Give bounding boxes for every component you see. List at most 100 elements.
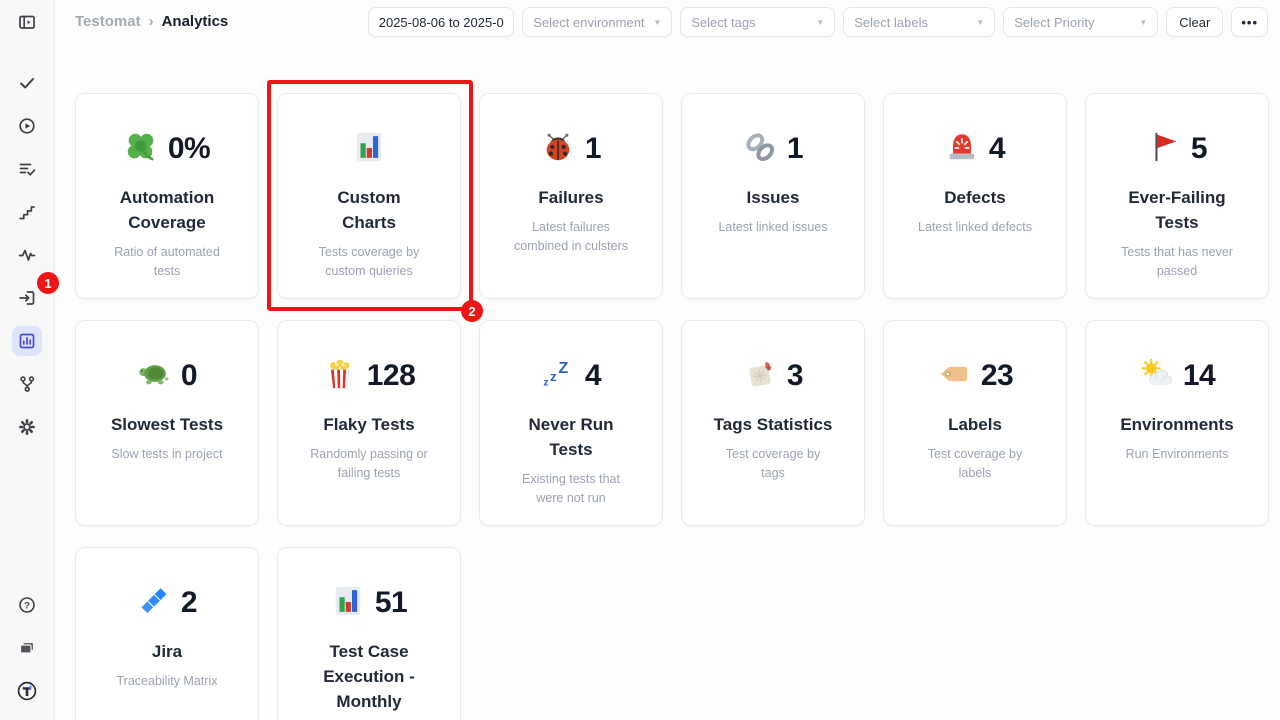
sidebar-item-branch[interactable] bbox=[12, 369, 42, 399]
sidebar-item-docs[interactable] bbox=[12, 633, 42, 663]
card-ever-failing-tests[interactable]: 5 Ever-FailingTests Tests that has neverpa… bbox=[1085, 93, 1269, 299]
zzz-icon: zzZ bbox=[541, 357, 575, 396]
card-tags-statistics[interactable]: 3Tags StatisticsTest coverage bytags bbox=[681, 320, 865, 526]
card-stat: 0 bbox=[137, 358, 197, 394]
svg-text:z: z bbox=[543, 377, 548, 388]
card-slowest-tests[interactable]: 0Slowest TestsSlow tests in project bbox=[75, 320, 259, 526]
sidebar-item-help[interactable]: ? bbox=[12, 590, 42, 620]
sidebar-item-sign-in[interactable] bbox=[12, 283, 42, 313]
sidebar-item-testomat-logo[interactable] bbox=[12, 676, 42, 706]
branch-icon bbox=[17, 374, 37, 394]
siren-icon bbox=[945, 130, 979, 169]
card-title: Ever-FailingTests bbox=[1128, 186, 1225, 236]
svg-text:Z: Z bbox=[558, 359, 568, 377]
card-title: AutomationCoverage bbox=[120, 186, 214, 236]
card-test-case-execution-monthly[interactable]: 51 Test CaseExecution -Monthly bbox=[277, 547, 461, 720]
sidebar-item-panel-toggle[interactable] bbox=[12, 7, 42, 37]
chevron-down-icon: ▼ bbox=[816, 18, 824, 27]
card-subtitle: Existing tests thatwere not run bbox=[522, 470, 620, 509]
card-value: 2 bbox=[181, 586, 197, 620]
chevron-down-icon: ▼ bbox=[976, 18, 984, 27]
card-stat: 1 bbox=[541, 131, 601, 167]
card-subtitle: Run Environments bbox=[1126, 445, 1229, 464]
card-stat: zzZ4 bbox=[541, 358, 601, 394]
clear-button[interactable]: Clear bbox=[1166, 7, 1223, 37]
svg-text:z: z bbox=[550, 369, 557, 384]
card-subtitle: Test coverage bytags bbox=[726, 445, 821, 484]
card-subtitle: Ratio of automatedtests bbox=[114, 243, 220, 282]
sidebar-item-list-check[interactable] bbox=[12, 154, 42, 184]
sign-in-icon bbox=[17, 288, 37, 308]
card-stat: 14 bbox=[1139, 358, 1215, 394]
card-subtitle: Randomly passing orfailing tests bbox=[310, 445, 427, 484]
flag-icon bbox=[1147, 130, 1181, 169]
card-flaky-tests[interactable]: 128 Flaky Tests Randomly passing orfailing… bbox=[277, 320, 461, 526]
clover-icon bbox=[124, 130, 158, 169]
testomat-logo-icon bbox=[16, 680, 38, 702]
sidebar-item-pulse[interactable] bbox=[12, 240, 42, 270]
card-value: 0% bbox=[168, 132, 210, 166]
card-subtitle: Latest linked defects bbox=[918, 218, 1032, 237]
date-range-input[interactable]: 2025-08-06 to 2025-0 bbox=[368, 7, 514, 37]
card-title: Failures bbox=[538, 186, 603, 211]
sidebar-item-gear[interactable] bbox=[12, 412, 42, 442]
card-stat: 0% bbox=[124, 131, 210, 167]
tags-select[interactable]: Select tags ▼ bbox=[680, 7, 835, 37]
card-subtitle: Tests that has neverpassed bbox=[1121, 243, 1233, 282]
card-defects[interactable]: 4 Defects Latest linked defects bbox=[883, 93, 1067, 299]
card-stat: 5 bbox=[1147, 131, 1207, 167]
environment-select-placeholder: Select environment bbox=[533, 15, 644, 30]
sidebar: ? bbox=[0, 0, 55, 720]
chevron-down-icon: ▼ bbox=[1139, 18, 1147, 27]
card-title: CustomCharts bbox=[337, 186, 400, 236]
jira-icon bbox=[137, 584, 171, 623]
card-title: Issues bbox=[747, 186, 800, 211]
card-title: Labels bbox=[948, 413, 1002, 438]
list-check-icon bbox=[17, 159, 37, 179]
card-labels[interactable]: 23 Labels Test coverage bylabels bbox=[883, 320, 1067, 526]
bar-chart-emoji-icon bbox=[331, 584, 365, 623]
priority-select[interactable]: Select Priority ▼ bbox=[1003, 7, 1158, 37]
filter-toolbar: 2025-08-06 to 2025-0 Select environment … bbox=[368, 7, 1268, 37]
sidebar-item-steps[interactable] bbox=[12, 197, 42, 227]
card-value: 4 bbox=[989, 132, 1005, 166]
card-stat: 23 bbox=[937, 358, 1013, 394]
breadcrumb-separator: › bbox=[149, 13, 154, 30]
card-stat: 2 bbox=[137, 585, 197, 621]
breadcrumb-project-link[interactable]: Testomat bbox=[75, 13, 141, 30]
card-custom-charts[interactable]: CustomChartsTests coverage bycustom quie… bbox=[277, 93, 461, 299]
breadcrumb: Testomat › Analytics bbox=[75, 13, 228, 30]
environment-select[interactable]: Select environment ▼ bbox=[522, 7, 672, 37]
check-icon bbox=[17, 73, 37, 93]
sidebar-item-analytics-bar-chart[interactable] bbox=[12, 326, 42, 356]
card-value: 3 bbox=[787, 359, 803, 393]
sidebar-item-play-circle[interactable] bbox=[12, 111, 42, 141]
card-never-run-tests[interactable]: zzZ4 Never RunTests Existing tests thatwer… bbox=[479, 320, 663, 526]
card-title: Test CaseExecution -Monthly bbox=[323, 640, 415, 715]
labels-select[interactable]: Select labels ▼ bbox=[843, 7, 995, 37]
card-value: 51 bbox=[375, 586, 407, 620]
card-environments[interactable]: 14EnvironmentsRun Environments bbox=[1085, 320, 1269, 526]
card-title: Flaky Tests bbox=[323, 413, 414, 438]
card-value: 23 bbox=[981, 359, 1013, 393]
card-value: 128 bbox=[367, 359, 416, 393]
card-issues[interactable]: 1IssuesLatest linked issues bbox=[681, 93, 865, 299]
card-value: 1 bbox=[787, 132, 803, 166]
card-failures[interactable]: 1FailuresLatest failurescombined in culs… bbox=[479, 93, 663, 299]
popcorn-icon bbox=[323, 357, 357, 396]
ladybug-icon bbox=[541, 130, 575, 169]
labels-select-placeholder: Select labels bbox=[854, 15, 928, 30]
card-stat: 4 bbox=[945, 131, 1005, 167]
card-automation-coverage[interactable]: 0% AutomationCoverage Ratio of automatedte… bbox=[75, 93, 259, 299]
sidebar-item-check[interactable] bbox=[12, 68, 42, 98]
chevron-down-icon: ▼ bbox=[653, 18, 661, 27]
card-title: Never RunTests bbox=[528, 413, 613, 463]
card-stat: 128 bbox=[323, 358, 416, 394]
card-title: Defects bbox=[944, 186, 1005, 211]
card-jira[interactable]: 2JiraTraceability Matrix bbox=[75, 547, 259, 720]
card-subtitle: Traceability Matrix bbox=[117, 672, 218, 691]
tag-icon bbox=[937, 357, 971, 396]
pulse-icon bbox=[17, 245, 37, 265]
more-options-button[interactable]: ••• bbox=[1231, 7, 1268, 37]
card-subtitle: Test coverage bylabels bbox=[928, 445, 1023, 484]
